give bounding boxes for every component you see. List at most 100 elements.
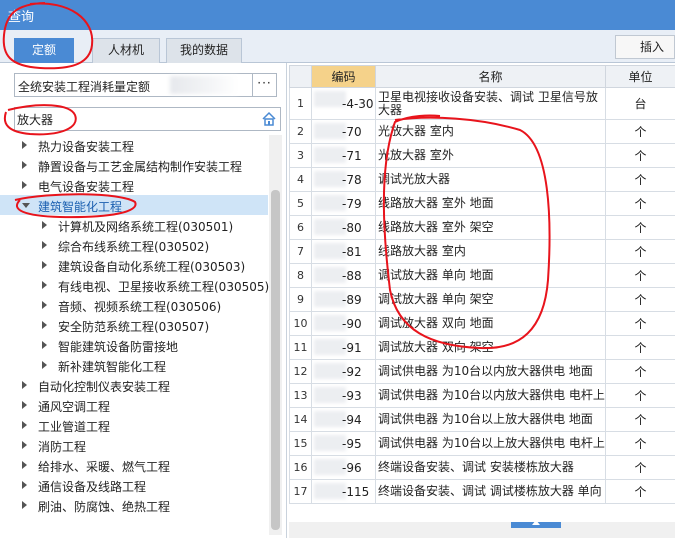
table-row[interactable]: 16 -96 终端设备安装、调试 安装楼栋放大器个 — [289, 455, 675, 480]
row-number: 12 — [289, 359, 312, 384]
tree-item[interactable]: 计算机及网络系统工程(030501) — [0, 215, 268, 235]
tree-item-label: 有线电视、卫星接收系统工程(030505) — [58, 280, 270, 294]
tree-item[interactable]: 有线电视、卫星接收系统工程(030505) — [0, 275, 270, 295]
tree-item[interactable]: 刷油、防腐蚀、绝热工程 — [0, 495, 268, 515]
table-row[interactable]: 10 -90 调试放大器 双向 地面个 — [289, 311, 675, 336]
chevron-right-icon[interactable] — [22, 141, 27, 149]
search-box[interactable] — [14, 107, 281, 131]
tree-item-label: 智能建筑设备防雷接地 — [58, 340, 179, 354]
table-row[interactable]: 2 -70 光放大器 室内个 — [289, 119, 675, 144]
quota-unit: 个 — [605, 239, 675, 264]
quota-code-text: -90 — [342, 316, 362, 331]
tree-item-label: 静置设备与工艺金属结构制作安装工程 — [38, 160, 243, 174]
table-row[interactable]: 1 -4-30 卫星电视接收设备安装、调试 卫星信号放大器台 — [289, 87, 675, 120]
chevron-right-icon[interactable] — [22, 441, 27, 449]
quota-result-table: 编码 名称 单位 1 -4-30 卫星电视接收设备安装、调试 卫星信号放大器台 2 -7… — [289, 65, 675, 504]
tree-item[interactable]: 电气设备安装工程 — [0, 175, 268, 195]
chevron-right-icon[interactable] — [42, 261, 47, 269]
tree-item-label: 通风空调工程 — [38, 400, 111, 414]
table-row[interactable]: 4 -78 调试光放大器个 — [289, 167, 675, 192]
table-row[interactable]: 6 -80 线路放大器 室外 架空个 — [289, 215, 675, 240]
tree-item[interactable]: 建筑设备自动化系统工程(030503) — [0, 255, 268, 275]
tab-quota[interactable]: 定额 — [14, 38, 74, 63]
tree-item[interactable]: 通风空调工程 — [0, 395, 268, 415]
table-row[interactable]: 8 -88 调试放大器 单向 地面个 — [289, 263, 675, 288]
tree-item[interactable]: 给排水、采暖、燃气工程 — [0, 455, 268, 475]
tab-my-data[interactable]: 我的数据 — [166, 38, 242, 63]
table-row[interactable]: 12 -92 调试供电器 为10台以内放大器供电 地面个 — [289, 359, 675, 384]
quota-code-text: -115 — [342, 484, 370, 499]
quota-code-text: -96 — [342, 460, 362, 475]
tree-scrollbar-thumb[interactable] — [271, 190, 280, 530]
tree-scrollbar[interactable] — [269, 135, 282, 535]
quota-code: -91 — [311, 335, 376, 360]
chevron-right-icon[interactable] — [42, 281, 47, 289]
quota-unit: 个 — [605, 191, 675, 216]
chevron-right-icon[interactable] — [42, 361, 47, 369]
row-number: 14 — [289, 407, 312, 432]
home-icon[interactable] — [262, 111, 276, 127]
quota-name: 光放大器 室外 — [375, 143, 606, 168]
chevron-right-icon[interactable] — [22, 421, 27, 429]
quota-code: -95 — [311, 431, 376, 456]
table-row[interactable]: 14 -94 调试供电器 为10台以上放大器供电 地面个 — [289, 407, 675, 432]
chevron-right-icon[interactable] — [22, 461, 27, 469]
chevron-right-icon[interactable] — [42, 321, 47, 329]
chevron-right-icon[interactable] — [22, 401, 27, 409]
tree-item-label: 新补建筑智能化工程 — [58, 360, 167, 374]
quota-code-text: -95 — [342, 436, 362, 451]
tree-item[interactable]: 自动化控制仪表安装工程 — [0, 375, 268, 395]
chevron-right-icon[interactable] — [22, 481, 27, 489]
table-row[interactable]: 15 -95 调试供电器 为10台以上放大器供电 电杆上个 — [289, 431, 675, 456]
quota-code: -79 — [311, 191, 376, 216]
quota-library-select[interactable]: 全统安装工程消耗量定额 ··· — [14, 73, 277, 97]
tab-labor-material-machine[interactable]: 人材机 — [92, 38, 160, 63]
chevron-right-icon[interactable] — [22, 501, 27, 509]
tree-item[interactable]: 工业管道工程 — [0, 415, 268, 435]
tree-item[interactable]: 智能建筑设备防雷接地 — [0, 335, 268, 355]
table-row[interactable]: 13 -93 调试供电器 为10台以内放大器供电 电杆上个 — [289, 383, 675, 408]
quota-name: 终端设备安装、调试 安装楼栋放大器 — [375, 455, 606, 480]
quota-unit: 个 — [605, 455, 675, 480]
chevron-right-icon[interactable] — [42, 241, 47, 249]
tree-item[interactable]: 消防工程 — [0, 435, 268, 455]
row-number: 7 — [289, 239, 312, 264]
chevron-right-icon[interactable] — [22, 161, 27, 169]
table-row[interactable]: 11 -91 调试放大器 双向 架空个 — [289, 335, 675, 360]
quota-name: 线路放大器 室外 地面 — [375, 191, 606, 216]
tree-item[interactable]: 热力设备安装工程 — [0, 135, 268, 155]
tree-item[interactable]: 新补建筑智能化工程 — [0, 355, 268, 375]
table-row[interactable]: 3 -71 光放大器 室外个 — [289, 143, 675, 168]
tree-item[interactable]: 综合布线系统工程(030502) — [0, 235, 268, 255]
more-options-button[interactable]: ··· — [252, 74, 276, 96]
quota-name: 终端设备安装、调试 调试楼栋放大器 单向 — [375, 479, 606, 504]
tree-item[interactable]: 音频、视频系统工程(030506) — [0, 295, 268, 315]
chevron-right-icon[interactable] — [22, 381, 27, 389]
column-header-unit[interactable]: 单位 — [605, 65, 675, 88]
search-input[interactable] — [17, 110, 257, 128]
table-row[interactable]: 9 -89 调试放大器 单向 架空个 — [289, 287, 675, 312]
table-horizontal-scrollbar[interactable] — [289, 520, 675, 538]
quota-name: 线路放大器 室内 — [375, 239, 606, 264]
chevron-right-icon[interactable] — [42, 301, 47, 309]
insert-button[interactable]: 插入(I) — [615, 35, 675, 76]
table-row[interactable]: 7 -81 线路放大器 室内个 — [289, 239, 675, 264]
chevron-down-icon[interactable] — [22, 203, 30, 208]
table-row[interactable]: 17 -115 终端设备安装、调试 调试楼栋放大器 单向个 — [289, 479, 675, 504]
tree-item[interactable]: 建筑智能化工程 — [0, 195, 268, 215]
tree-item[interactable]: 安全防范系统工程(030507) — [0, 315, 268, 335]
tree-item[interactable]: 通信设备及线路工程 — [0, 475, 268, 495]
quota-code: -93 — [311, 383, 376, 408]
chevron-right-icon[interactable] — [22, 181, 27, 189]
quota-code-text: -91 — [342, 340, 362, 355]
quota-name: 调试放大器 单向 地面 — [375, 263, 606, 288]
table-row[interactable]: 5 -79 线路放大器 室外 地面个 — [289, 191, 675, 216]
quota-name: 调试光放大器 — [375, 167, 606, 192]
column-header-name[interactable]: 名称 — [375, 65, 606, 88]
quota-code-text: -80 — [342, 220, 362, 235]
tree-item[interactable]: 静置设备与工艺金属结构制作安装工程 — [0, 155, 268, 175]
chevron-right-icon[interactable] — [42, 341, 47, 349]
column-header-code[interactable]: 编码 — [311, 65, 376, 88]
chevron-right-icon[interactable] — [42, 221, 47, 229]
quota-code: -96 — [311, 455, 376, 480]
